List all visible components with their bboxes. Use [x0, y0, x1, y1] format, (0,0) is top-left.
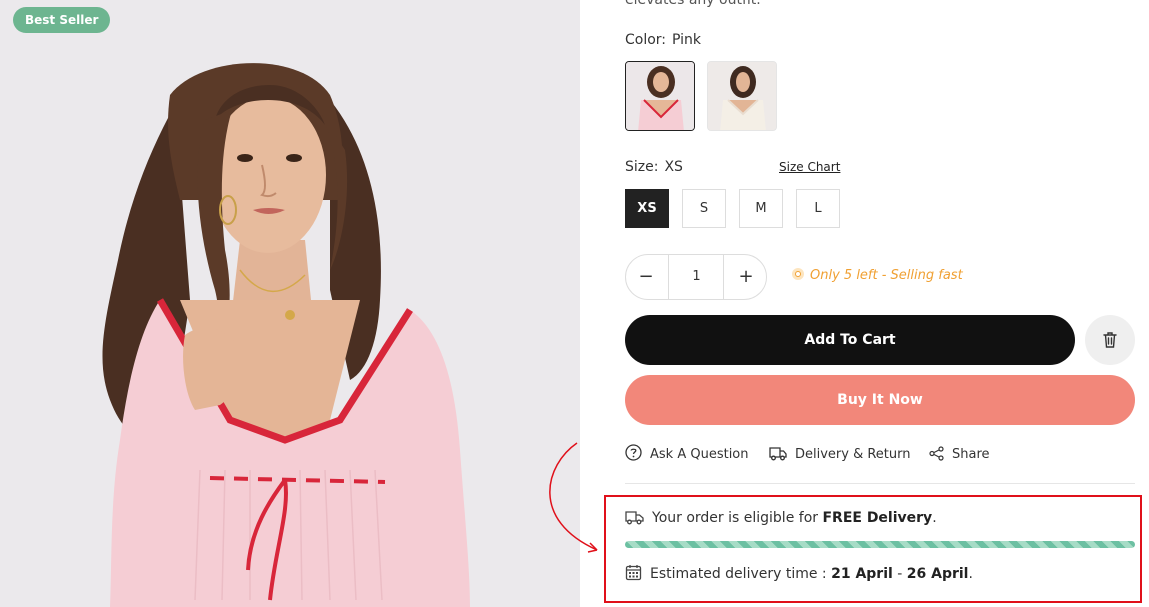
- eta-prefix: Estimated delivery time :: [650, 566, 832, 582]
- share-icon: [929, 446, 944, 461]
- share-label: Share: [952, 447, 990, 462]
- delivery-estimate: Estimated delivery time : 21 April - 26 …: [625, 564, 973, 582]
- delivery-return-link[interactable]: Delivery & Return: [769, 444, 911, 466]
- truck-icon: [625, 511, 644, 525]
- size-chart-link[interactable]: Size Chart: [779, 160, 840, 174]
- progress-fill: [625, 541, 1135, 548]
- question-icon: [625, 444, 642, 461]
- size-row: Size: XS: [625, 159, 683, 175]
- size-option-xs[interactable]: XS: [625, 189, 669, 228]
- free-delivery-suffix: .: [932, 510, 937, 526]
- trash-icon: [1103, 332, 1117, 348]
- share-link[interactable]: Share: [929, 444, 990, 466]
- eta-suffix: .: [968, 566, 973, 582]
- free-delivery-prefix: Your order is eligible for: [652, 510, 823, 526]
- quantity-stepper: − 1 +: [625, 254, 767, 300]
- eta-start-date: 21 April: [831, 566, 893, 582]
- color-swatch-pink[interactable]: [625, 61, 695, 131]
- model-photo: [0, 0, 580, 607]
- swatch-pink-image: [626, 62, 694, 130]
- quantity-increase-button[interactable]: +: [726, 255, 766, 299]
- add-to-cart-button[interactable]: Add To Cart: [625, 315, 1075, 365]
- free-delivery-strong: FREE Delivery: [822, 510, 933, 526]
- product-description: elevates any outfit.: [625, 0, 761, 8]
- truck-icon: [769, 447, 787, 461]
- free-delivery-progress: [625, 541, 1135, 548]
- buy-it-now-button[interactable]: Buy It Now: [625, 375, 1135, 425]
- color-row: Color: Pink: [625, 32, 701, 48]
- best-seller-badge: Best Seller: [13, 7, 111, 33]
- product-image[interactable]: Best Seller: [0, 0, 580, 607]
- divider: [625, 483, 1135, 484]
- size-option-m[interactable]: M: [739, 189, 783, 228]
- free-delivery-message: Your order is eligible for FREE Delivery…: [625, 510, 937, 526]
- stepper-divider: [723, 255, 724, 299]
- size-value: XS: [664, 159, 683, 175]
- eta-end-date: 26 April: [906, 566, 969, 582]
- annotation-arrow: [549, 442, 598, 553]
- quantity-decrease-button[interactable]: −: [626, 255, 666, 299]
- calendar-icon: [625, 565, 642, 581]
- stock-dot-icon: [792, 268, 804, 280]
- size-option-l[interactable]: L: [796, 189, 840, 228]
- quantity-input[interactable]: 1: [669, 255, 724, 299]
- stock-notice: Only 5 left - Selling fast: [792, 268, 963, 283]
- size-option-s[interactable]: S: [682, 189, 726, 228]
- ask-question-label: Ask A Question: [650, 447, 749, 462]
- color-label: Color:: [625, 32, 667, 48]
- color-swatch-white[interactable]: [707, 61, 777, 131]
- remove-button[interactable]: [1085, 315, 1135, 365]
- swatch-white-image: [708, 62, 776, 130]
- ask-question-link[interactable]: Ask A Question: [625, 444, 749, 466]
- size-label: Size:: [625, 159, 659, 175]
- eta-separator: -: [892, 566, 907, 582]
- stock-message: Only 5 left - Selling fast: [810, 268, 963, 283]
- color-value: Pink: [672, 32, 702, 48]
- delivery-return-label: Delivery & Return: [795, 447, 911, 462]
